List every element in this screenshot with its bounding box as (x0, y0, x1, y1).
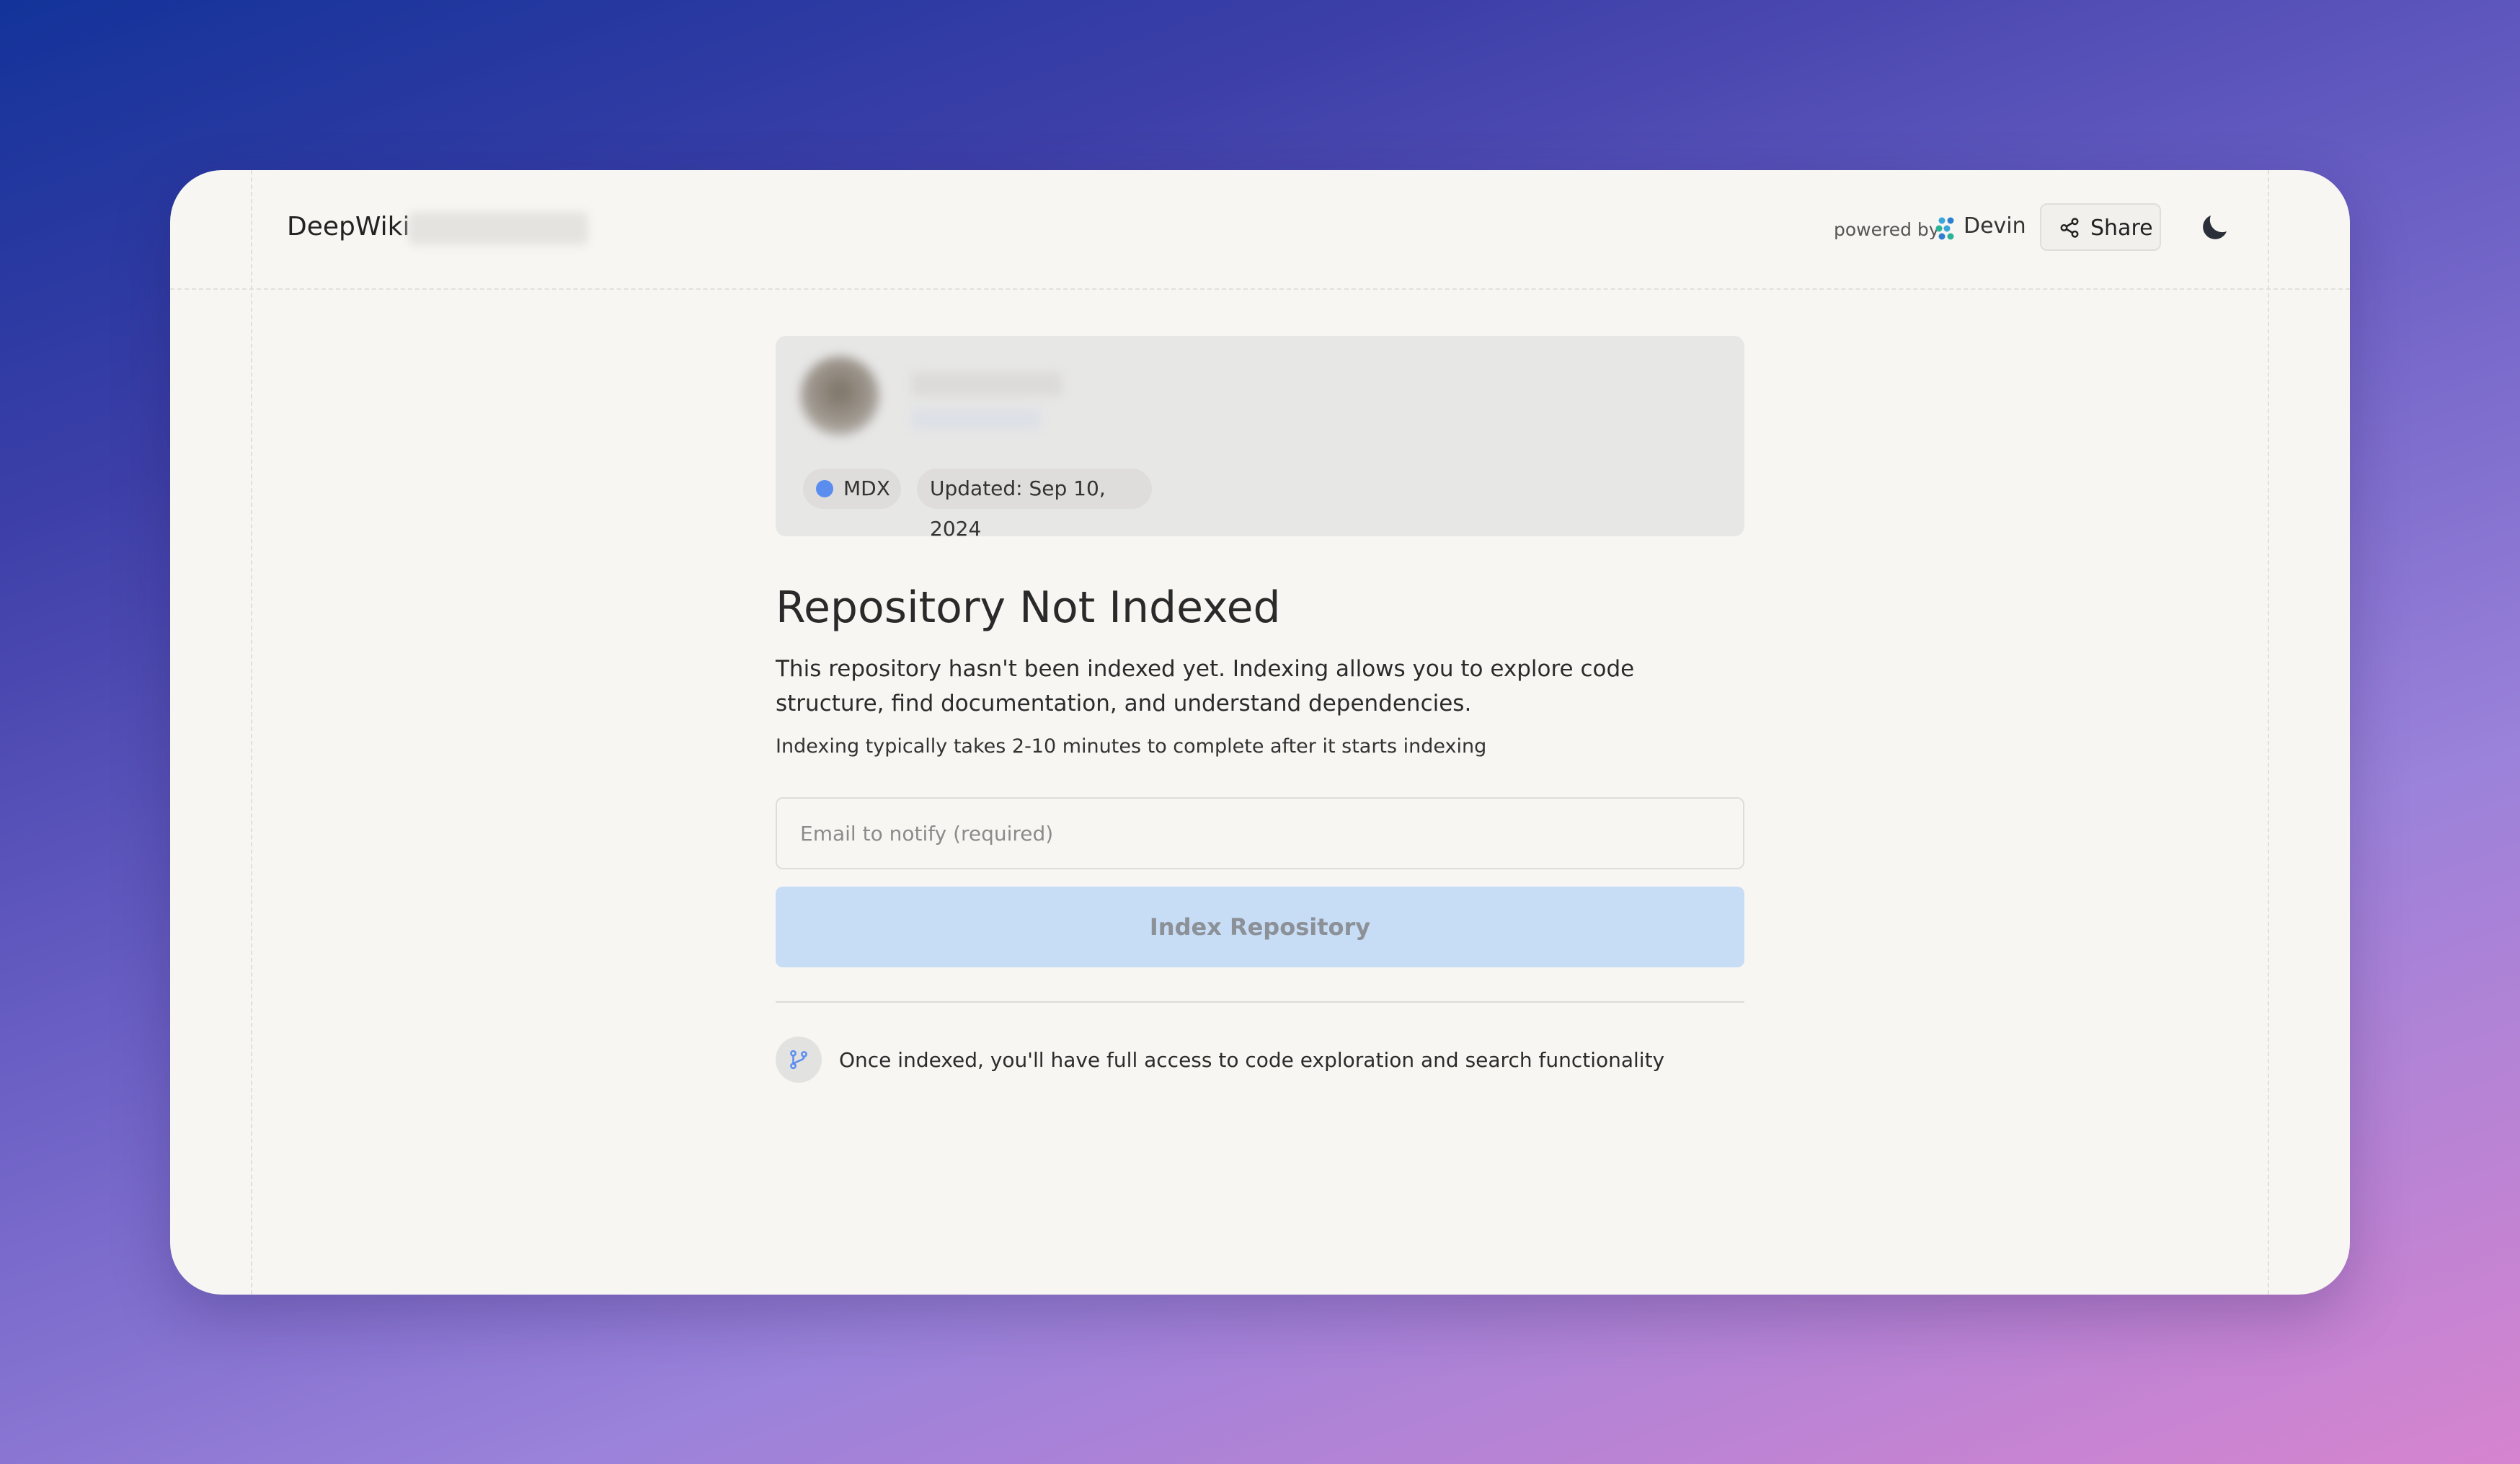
share-button[interactable]: Share (2040, 203, 2161, 251)
header: DeepWiki powered by Devin Share (170, 170, 2350, 288)
section-divider (776, 1001, 1744, 1003)
page-description: This repository hasn't been indexed yet.… (776, 656, 1635, 717)
redacted-repo-link (911, 408, 1041, 430)
moon-icon[interactable] (2197, 210, 2232, 245)
share-label: Share (2090, 216, 2153, 241)
layout-guide-right (2268, 170, 2269, 1295)
email-field[interactable] (776, 797, 1744, 869)
info-text: Once indexed, you'll have full access to… (839, 1048, 1665, 1072)
language-label: MDX (843, 476, 890, 500)
brand-logo[interactable]: DeepWiki (287, 212, 410, 241)
devin-link[interactable]: Devin (1964, 213, 2026, 239)
git-branch-icon (776, 1037, 822, 1083)
repo-owner-avatar (800, 356, 879, 435)
devin-logo-icon[interactable] (1935, 216, 1959, 241)
updated-badge: Updated: Sep 10, 2024 (917, 469, 1152, 541)
timing-note: Indexing typically takes 2-10 minutes to… (776, 735, 1487, 758)
repo-card: MDX Updated: Sep 10, 2024 (776, 336, 1744, 541)
header-divider (170, 288, 2350, 290)
index-repository-button[interactable]: Index Repository (776, 887, 1744, 967)
language-dot-icon (816, 480, 833, 497)
share-icon (2060, 218, 2079, 238)
redacted-repo-owner (911, 372, 1062, 396)
layout-guide-left (251, 170, 252, 1295)
language-badge: MDX (803, 469, 901, 509)
page-title: Repository Not Indexed (776, 582, 1281, 633)
redacted-repo-name (408, 212, 588, 245)
browser-window: DeepWiki powered by Devin Share MDX Upda… (170, 170, 2350, 1295)
powered-by-label: powered by (1834, 219, 1940, 240)
